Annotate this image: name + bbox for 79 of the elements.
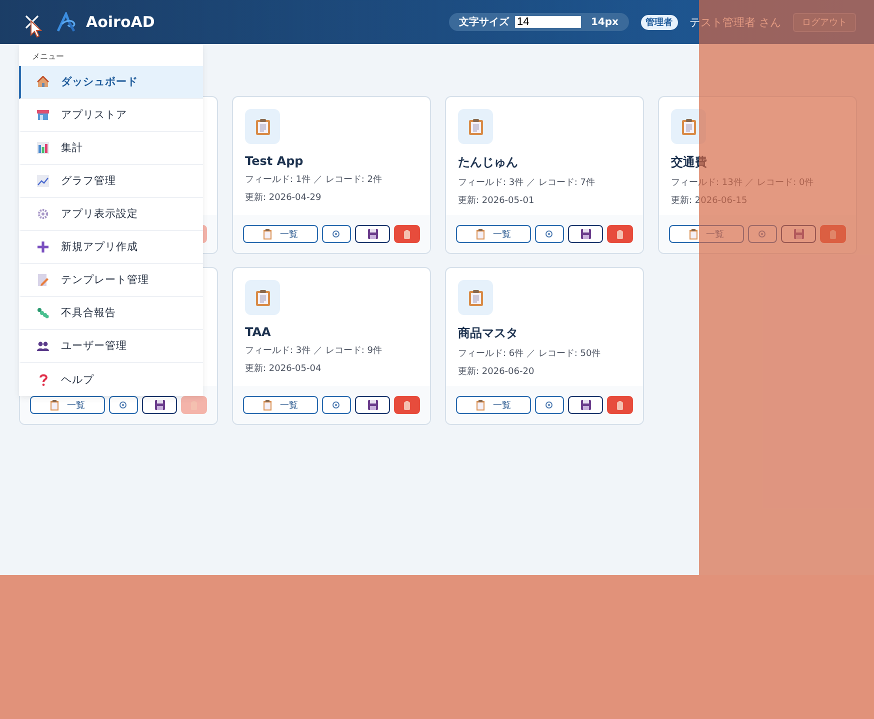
save-button[interactable] xyxy=(568,396,604,414)
menu-item[interactable]: 集計 xyxy=(19,132,203,165)
gear-icon xyxy=(332,401,340,409)
field-record-count: フィールド: 1件 ／ レコード: 2件 xyxy=(245,174,383,186)
app-title: TAA xyxy=(245,325,272,339)
save-button[interactable] xyxy=(355,225,390,243)
clipboard-icon xyxy=(262,228,272,240)
clipboard-icon xyxy=(476,228,485,240)
clipboard-icon xyxy=(245,280,280,315)
question-icon xyxy=(38,374,48,386)
menu-item[interactable]: ユーザー管理 xyxy=(19,330,203,363)
role-badge: 管理者 xyxy=(640,14,678,30)
logo-icon xyxy=(56,12,78,32)
font-size-input[interactable]: 14 xyxy=(514,16,581,28)
settings-button[interactable] xyxy=(322,396,352,414)
updated-date: 更新: 2026-04-29 xyxy=(245,192,322,204)
gear-icon xyxy=(545,401,554,409)
trash-icon xyxy=(404,230,410,238)
clipboard-icon xyxy=(476,400,485,410)
menu-item[interactable]: テンプレート管理 xyxy=(19,264,203,297)
clipboard-icon xyxy=(671,109,706,144)
updated-date: 更新: 2026-05-04 xyxy=(245,362,322,375)
font-size-label: 文字サイズ xyxy=(458,15,509,29)
settings-button[interactable] xyxy=(108,396,138,414)
updated-date: 更新: 2026-06-20 xyxy=(458,366,536,378)
list-button[interactable]: 一覧 xyxy=(456,225,531,243)
store-icon xyxy=(37,109,49,121)
document-pencil-icon xyxy=(37,274,49,286)
trash-icon xyxy=(617,230,624,238)
gear-icon xyxy=(332,230,340,238)
trash-icon xyxy=(404,400,410,410)
gear-icon xyxy=(545,230,554,238)
field-record-count: フィールド: 3件 ／ レコード: 9件 xyxy=(245,344,383,357)
plus-icon xyxy=(37,241,49,253)
gear-icon xyxy=(758,230,766,238)
menu-item[interactable]: 新規アプリ作成 xyxy=(19,231,203,264)
menu-item[interactable]: グラフ管理 xyxy=(19,165,203,198)
menu-item[interactable]: ヘルプ xyxy=(19,363,203,396)
line-chart-icon xyxy=(37,175,49,187)
menu-item[interactable]: 不具合報告 xyxy=(19,297,203,330)
bar-chart-icon xyxy=(37,142,49,154)
save-button[interactable] xyxy=(142,396,178,414)
settings-button[interactable] xyxy=(322,225,352,243)
save-button[interactable] xyxy=(355,396,390,414)
field-record-count: フィールド: 3件 ／ レコード: 7件 xyxy=(458,176,596,189)
list-button[interactable]: 一覧 xyxy=(456,396,531,414)
clipboard-icon xyxy=(458,109,493,144)
menu-heading: メニュー xyxy=(31,51,65,63)
save-button[interactable] xyxy=(568,225,604,243)
app-title: Test App xyxy=(245,154,304,168)
clipboard-icon xyxy=(245,109,280,144)
menu-item[interactable]: アプリストア xyxy=(19,99,203,132)
app-title: たんじゅん xyxy=(458,154,519,171)
menu-item[interactable]: ダッシュボード xyxy=(19,66,203,99)
list-button[interactable]: 一覧 xyxy=(243,225,318,243)
delete-button[interactable] xyxy=(394,396,420,414)
font-size-value: 14px xyxy=(590,16,618,28)
settings-button[interactable] xyxy=(534,225,564,243)
app-title: 商品マスタ xyxy=(458,325,519,342)
clipboard-icon xyxy=(262,400,272,410)
field-record-count: フィールド: 6件 ／ レコード: 50件 xyxy=(458,348,602,360)
list-button[interactable]: 一覧 xyxy=(30,396,105,414)
delete-button[interactable] xyxy=(394,225,420,243)
delete-button[interactable] xyxy=(607,396,633,414)
delete-button[interactable] xyxy=(607,225,633,243)
settings-button[interactable] xyxy=(534,396,564,414)
gear-icon xyxy=(37,208,49,220)
clipboard-icon xyxy=(458,280,493,315)
list-button[interactable]: 一覧 xyxy=(243,396,318,414)
clipboard-icon xyxy=(50,400,59,410)
gear-icon xyxy=(119,401,128,409)
caterpillar-icon xyxy=(37,307,49,319)
trash-icon xyxy=(617,400,624,410)
trash-icon xyxy=(830,230,836,238)
app-name: AoiroAD xyxy=(86,13,155,31)
house-icon xyxy=(37,76,49,88)
users-icon xyxy=(37,340,49,352)
menu-item[interactable]: アプリ表示設定 xyxy=(19,198,203,231)
updated-date: 更新: 2026-05-01 xyxy=(458,194,536,207)
